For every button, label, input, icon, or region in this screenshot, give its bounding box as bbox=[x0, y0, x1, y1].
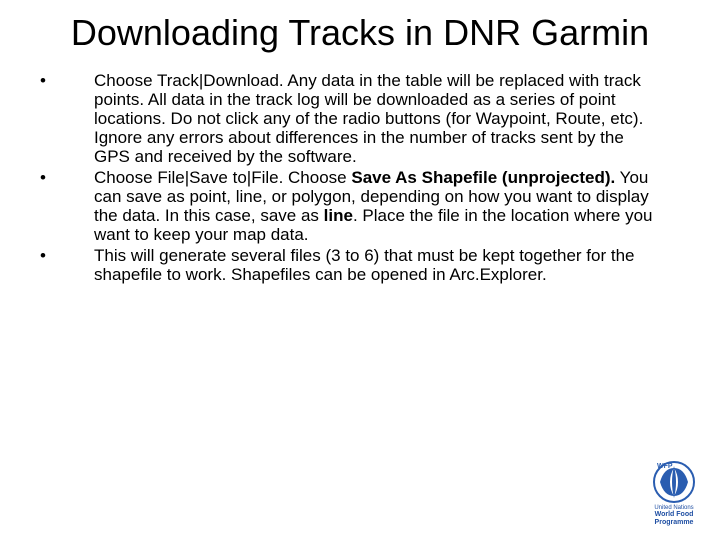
list-item: • This will generate several files (3 to… bbox=[38, 246, 660, 284]
wfp-logo-icon: WFP bbox=[652, 460, 696, 504]
bullet-list: • Choose Track|Download. Any data in the… bbox=[38, 71, 660, 284]
logo-line2: World Food bbox=[655, 511, 694, 518]
bullet-text: Choose File|Save to|File. Choose Save As… bbox=[94, 168, 660, 244]
list-item: • Choose Track|Download. Any data in the… bbox=[38, 71, 660, 166]
logo-caption: United Nations World Food Programme bbox=[646, 505, 702, 526]
bullet-marker: • bbox=[38, 246, 94, 265]
bullet-marker: • bbox=[38, 168, 94, 187]
bullet-text: Choose Track|Download. Any data in the t… bbox=[94, 71, 660, 166]
svg-text:WFP: WFP bbox=[657, 463, 673, 470]
list-item: • Choose File|Save to|File. Choose Save … bbox=[38, 168, 660, 244]
bullet-marker: • bbox=[38, 71, 94, 90]
body-content: • Choose Track|Download. Any data in the… bbox=[0, 53, 720, 284]
wfp-logo: WFP United Nations World Food Programme bbox=[646, 460, 702, 526]
logo-line3: Programme bbox=[655, 519, 694, 526]
bullet-text: This will generate several files (3 to 6… bbox=[94, 246, 660, 284]
page-title: Downloading Tracks in DNR Garmin bbox=[0, 0, 720, 53]
slide: Downloading Tracks in DNR Garmin • Choos… bbox=[0, 0, 720, 540]
